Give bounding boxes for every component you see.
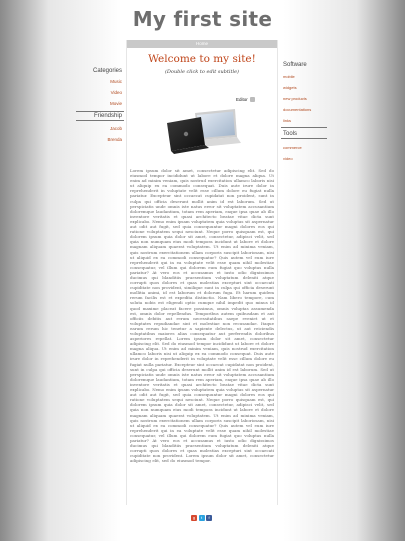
- article-body[interactable]: Lorem ipsum dolor sit amet, consectetur …: [130, 168, 274, 463]
- twitter-icon[interactable]: t: [198, 515, 205, 521]
- facebook-icon[interactable]: f: [206, 515, 212, 521]
- sidebar-divider: [281, 138, 327, 139]
- sidebar-item-mobile[interactable]: mobile: [281, 74, 327, 79]
- sidebar-item-new-products[interactable]: new products: [281, 96, 327, 101]
- sidebar-item-music[interactable]: Music: [76, 79, 124, 85]
- site-header: My first site: [0, 0, 405, 42]
- software-heading: Software: [283, 62, 307, 68]
- right-sidebar: Software mobile widgets new products doc…: [281, 62, 327, 161]
- sidebar-item-links[interactable]: links: [281, 118, 327, 123]
- sidebar-item-movie[interactable]: Movie: [76, 101, 124, 107]
- author-line: Editor: [236, 97, 256, 103]
- google-plus-icon[interactable]: g: [191, 515, 197, 521]
- author-name: Editor: [236, 97, 248, 102]
- sidebar-item-widgets[interactable]: widgets: [281, 85, 327, 90]
- laptops-image: [167, 109, 241, 154]
- page-title[interactable]: Welcome to my site!: [127, 53, 277, 65]
- edit-icon[interactable]: [250, 97, 256, 103]
- friendship-heading: Friendship: [93, 113, 122, 119]
- sidebar-item-brenda[interactable]: Brenda: [76, 137, 124, 143]
- site-title[interactable]: My first site: [0, 7, 405, 31]
- main-content: Home Welcome to my site! (Double click t…: [126, 40, 278, 521]
- sidebar-item-video-tools[interactable]: video: [281, 156, 327, 161]
- sidebar-item-documentations[interactable]: documentations: [281, 107, 327, 112]
- tab-home[interactable]: Home: [127, 40, 277, 48]
- sidebar-divider: [76, 120, 124, 121]
- page-subtitle[interactable]: (Double click to edit subtitle): [127, 69, 277, 75]
- tools-heading: Tools: [283, 131, 298, 137]
- page: My first site Categories Music Video Mov…: [0, 0, 405, 541]
- sidebar-item-jacob[interactable]: Jacob: [76, 126, 124, 132]
- sidebar-item-video[interactable]: Video: [76, 90, 124, 96]
- sidebar-divider: [281, 127, 327, 128]
- categories-heading: Categories: [92, 68, 122, 74]
- share-bar: g t f: [191, 515, 212, 521]
- left-sidebar: Categories Music Video Movie Friendship …: [76, 68, 124, 143]
- sidebar-item-commerce[interactable]: commerce: [281, 145, 327, 150]
